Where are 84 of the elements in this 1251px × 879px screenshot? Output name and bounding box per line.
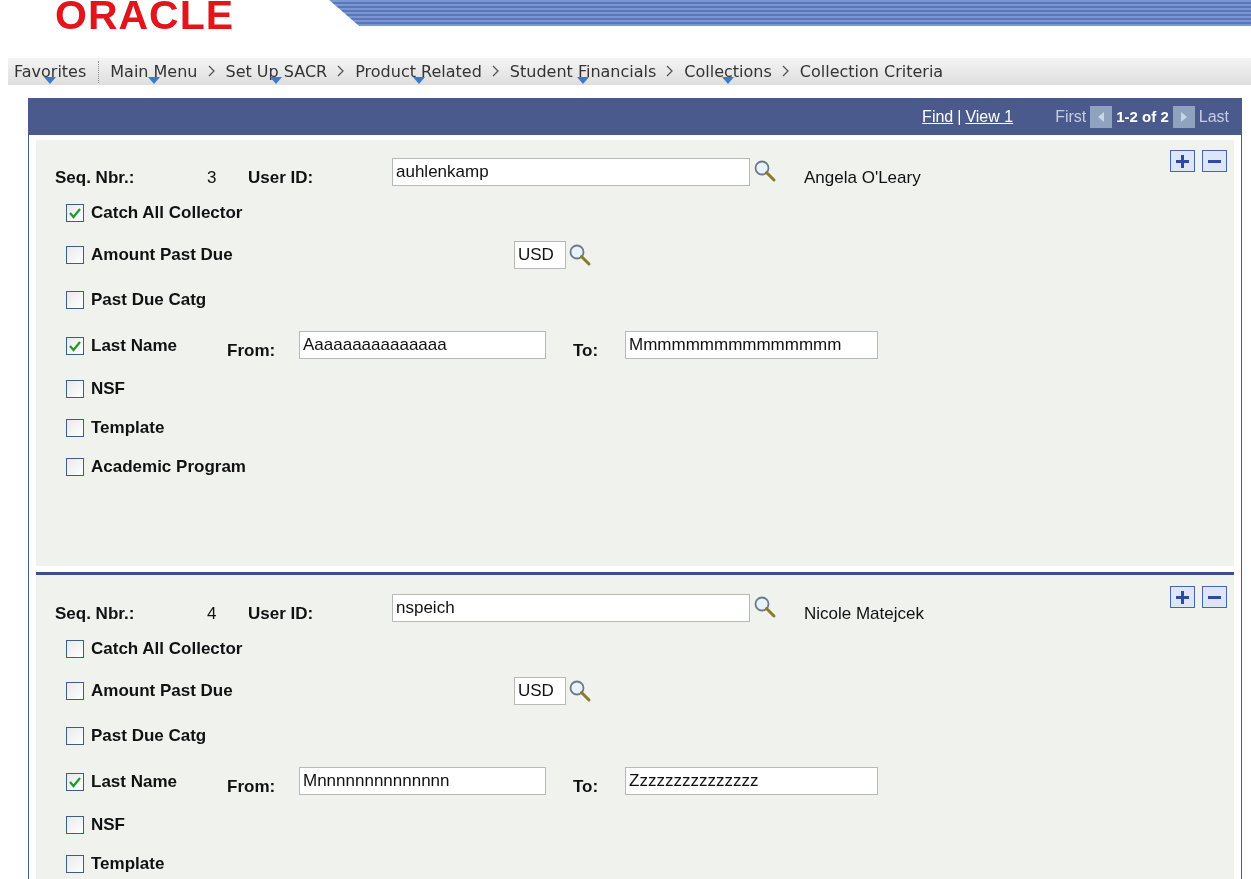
checkbox-label: Amount Past Due (91, 244, 234, 265)
checkbox[interactable] (66, 772, 84, 791)
dropdown-arrow-icon[interactable] (412, 76, 425, 84)
oracle-logo: ORACLE (55, 0, 235, 38)
minus-icon (1207, 595, 1222, 599)
previous-button[interactable] (1090, 105, 1113, 128)
checkbox[interactable] (66, 726, 84, 745)
breadcrumb-link[interactable]: Product Related (349, 60, 488, 83)
search-icon[interactable] (753, 159, 777, 183)
breadcrumb-link[interactable]: Favorites (8, 60, 93, 83)
sequence-number: 4 (207, 604, 218, 624)
checkbox[interactable] (66, 681, 84, 700)
view-link[interactable]: View 1 (965, 107, 1014, 126)
next-button[interactable] (1172, 105, 1195, 128)
currency-field[interactable]: USD (514, 676, 566, 705)
field-label: Seq. Nbr.: (55, 168, 136, 188)
breadcrumb-link[interactable]: Main Menu (104, 60, 204, 83)
checkbox-label: Catch All Collector (91, 638, 243, 659)
chevron-icon (337, 65, 346, 77)
checkbox-label: Past Due Catg (91, 289, 207, 310)
checkbox-label: Catch All Collector (91, 202, 243, 223)
to-field[interactable]: Mmmmmmmmmmmmmmm (625, 330, 878, 359)
checkbox[interactable] (66, 379, 84, 398)
add-row-button[interactable] (1170, 586, 1195, 608)
checkbox-label: Academic Program (91, 456, 246, 477)
checkbox[interactable] (66, 336, 84, 355)
checkbox-label: NSF (91, 378, 125, 399)
breadcrumb-link[interactable]: Collections (678, 60, 778, 83)
last-label: Last (1198, 107, 1229, 126)
checkbox-label: Last Name (91, 771, 178, 792)
search-icon[interactable] (568, 242, 592, 267)
minus-icon (1207, 159, 1222, 163)
chevron-icon (207, 65, 216, 77)
field-label: To: (573, 776, 600, 797)
user-name: Nicole Matejcek (804, 604, 924, 624)
checkbox[interactable] (66, 854, 84, 873)
checkbox[interactable] (66, 418, 84, 437)
checkbox-label: Template (91, 417, 165, 438)
link-separator: | (957, 107, 962, 126)
checkbox[interactable] (66, 639, 84, 658)
row-count: 1-2 of 2 (1116, 108, 1169, 125)
chevron-icon (666, 65, 675, 77)
checkbox-label: NSF (91, 814, 125, 835)
add-row-button[interactable] (1170, 150, 1195, 172)
plus-icon (1175, 153, 1190, 169)
field-label: User ID: (248, 168, 315, 188)
checkbox-label: Template (91, 853, 165, 874)
delete-row-button[interactable] (1202, 586, 1227, 608)
search-icon[interactable] (568, 678, 592, 703)
chevron-icon (491, 65, 500, 77)
dropdown-arrow-icon[interactable] (722, 76, 735, 84)
left-triangle-icon (1096, 110, 1107, 123)
user-name: Angela O'Leary (804, 168, 921, 188)
field-label: User ID: (248, 604, 315, 624)
search-icon[interactable] (753, 595, 777, 619)
from-field[interactable]: Aaaaaaaaaaaaaaa (299, 330, 546, 359)
find-link[interactable]: Find (922, 107, 954, 126)
checkbox-label: Amount Past Due (91, 680, 234, 701)
to-field[interactable]: Zzzzzzzzzzzzzzz (625, 766, 878, 795)
breadcrumb-link[interactable]: Set Up SACR (219, 60, 334, 83)
checkbox[interactable] (66, 815, 84, 834)
chevron-icon (781, 65, 790, 77)
field-label: From: (227, 776, 277, 797)
sequence-number: 3 (207, 168, 218, 188)
user-id-field[interactable]: auhlenkamp (392, 158, 750, 186)
plus-icon (1175, 589, 1190, 605)
checkbox[interactable] (66, 203, 84, 222)
right-triangle-icon (1178, 110, 1189, 123)
field-label: To: (573, 340, 600, 361)
checkbox[interactable] (66, 457, 84, 476)
field-label: Seq. Nbr.: (55, 604, 136, 624)
from-field[interactable]: Mnnnnnnnnnnnnnn (299, 766, 546, 795)
field-label: From: (227, 340, 277, 361)
currency-field[interactable]: USD (514, 240, 566, 269)
checkbox-label: Last Name (91, 335, 178, 356)
checkbox-label: Past Due Catg (91, 725, 207, 746)
breadcrumb-link[interactable]: Student Financials (503, 60, 663, 83)
breadcrumb-link[interactable]: Collection Criteria (793, 60, 950, 83)
checkbox[interactable] (66, 290, 84, 309)
delete-row-button[interactable] (1202, 150, 1227, 172)
dropdown-arrow-icon[interactable] (44, 76, 57, 84)
first-label: First (1055, 107, 1087, 126)
checkbox[interactable] (66, 245, 84, 264)
user-id-field[interactable]: nspeich (392, 594, 750, 622)
